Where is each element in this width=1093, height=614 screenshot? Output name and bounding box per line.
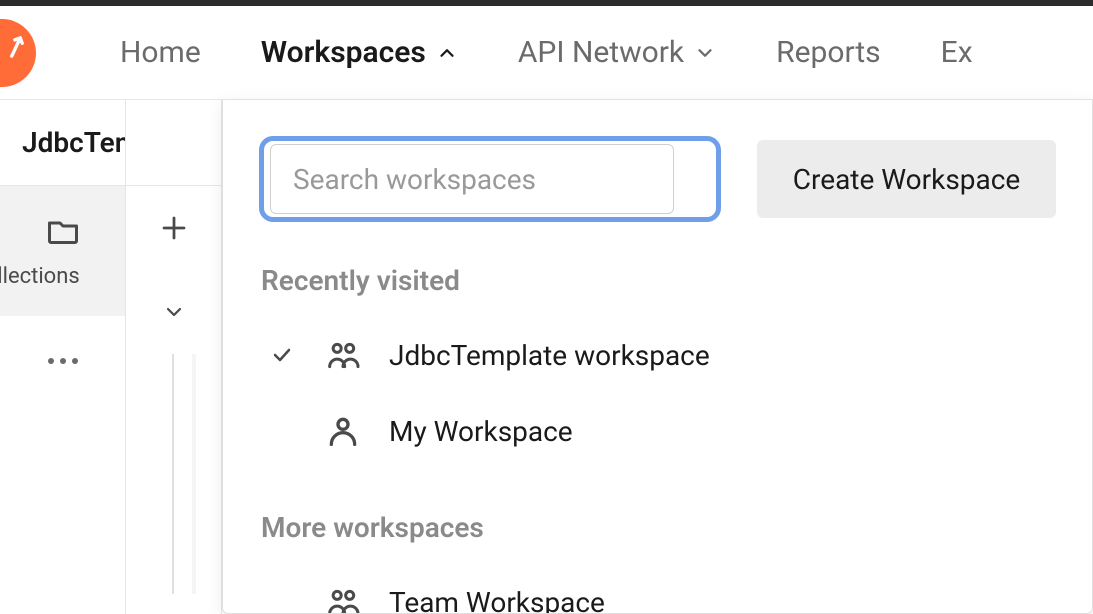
app-logo — [0, 6, 36, 100]
more-section-head: More workspaces — [261, 511, 1056, 544]
nav-home-label: Home — [120, 35, 201, 70]
sidebar-tab-collections-label: llections — [0, 264, 80, 289]
workspace-item-jdbctemplate[interactable]: JdbcTemplate workspace — [259, 317, 1056, 393]
create-workspace-button-label: Create Workspace — [793, 163, 1020, 196]
chevron-down-icon — [162, 300, 186, 324]
folder-icon — [45, 214, 81, 250]
create-new-button[interactable] — [126, 186, 221, 270]
team-icon — [323, 335, 363, 375]
nav-reports-label: Reports — [776, 35, 881, 70]
nav-workspaces[interactable]: Workspaces — [261, 35, 458, 70]
more-horizontal-icon — [46, 356, 80, 366]
chevron-down-icon — [694, 42, 716, 64]
nav-explore-label: Ex — [941, 35, 973, 70]
workspace-name: JdbcTemplate — [0, 100, 125, 186]
workspace-item-label: Team Workspace — [389, 586, 605, 614]
check-icon — [270, 343, 294, 367]
workspace-search-placeholder: Search workspaces — [270, 144, 674, 214]
nav-explore[interactable]: Ex — [941, 35, 973, 70]
workspace-item-team-workspace[interactable]: Team Workspace — [259, 564, 1056, 614]
create-workspace-button[interactable]: Create Workspace — [757, 140, 1056, 218]
sidebar: JdbcTemplate llections — [0, 100, 126, 614]
nav-api-network[interactable]: API Network — [518, 35, 716, 70]
team-icon — [323, 582, 363, 614]
nav-home[interactable]: Home — [120, 35, 201, 70]
workspace-search-input[interactable]: Search workspaces — [259, 136, 721, 222]
sidebar-tab-collections[interactable]: llections — [0, 186, 125, 316]
chevron-up-icon — [436, 42, 458, 64]
nav-api-network-label: API Network — [518, 35, 684, 70]
workspace-item-label: JdbcTemplate workspace — [389, 339, 710, 372]
postman-logo-icon — [0, 19, 36, 87]
plus-icon — [159, 213, 189, 243]
nav-reports[interactable]: Reports — [776, 35, 881, 70]
workspace-item-label: My Workspace — [389, 415, 573, 448]
workspace-name-label: JdbcTemplate — [22, 126, 125, 159]
sidebar-more-button[interactable] — [0, 316, 125, 406]
person-icon — [323, 411, 363, 451]
workspace-item-my-workspace[interactable]: My Workspace — [259, 393, 1056, 469]
collection-expand-toggle[interactable] — [126, 270, 221, 354]
global-nav: Home Workspaces API Network Reports Ex — [0, 6, 1093, 100]
recent-section-head: Recently visited — [261, 264, 1056, 297]
workspaces-dropdown: Search workspaces Create Workspace Recen… — [222, 100, 1093, 614]
nav-workspaces-label: Workspaces — [261, 35, 426, 70]
collection-tree-column — [126, 100, 222, 614]
